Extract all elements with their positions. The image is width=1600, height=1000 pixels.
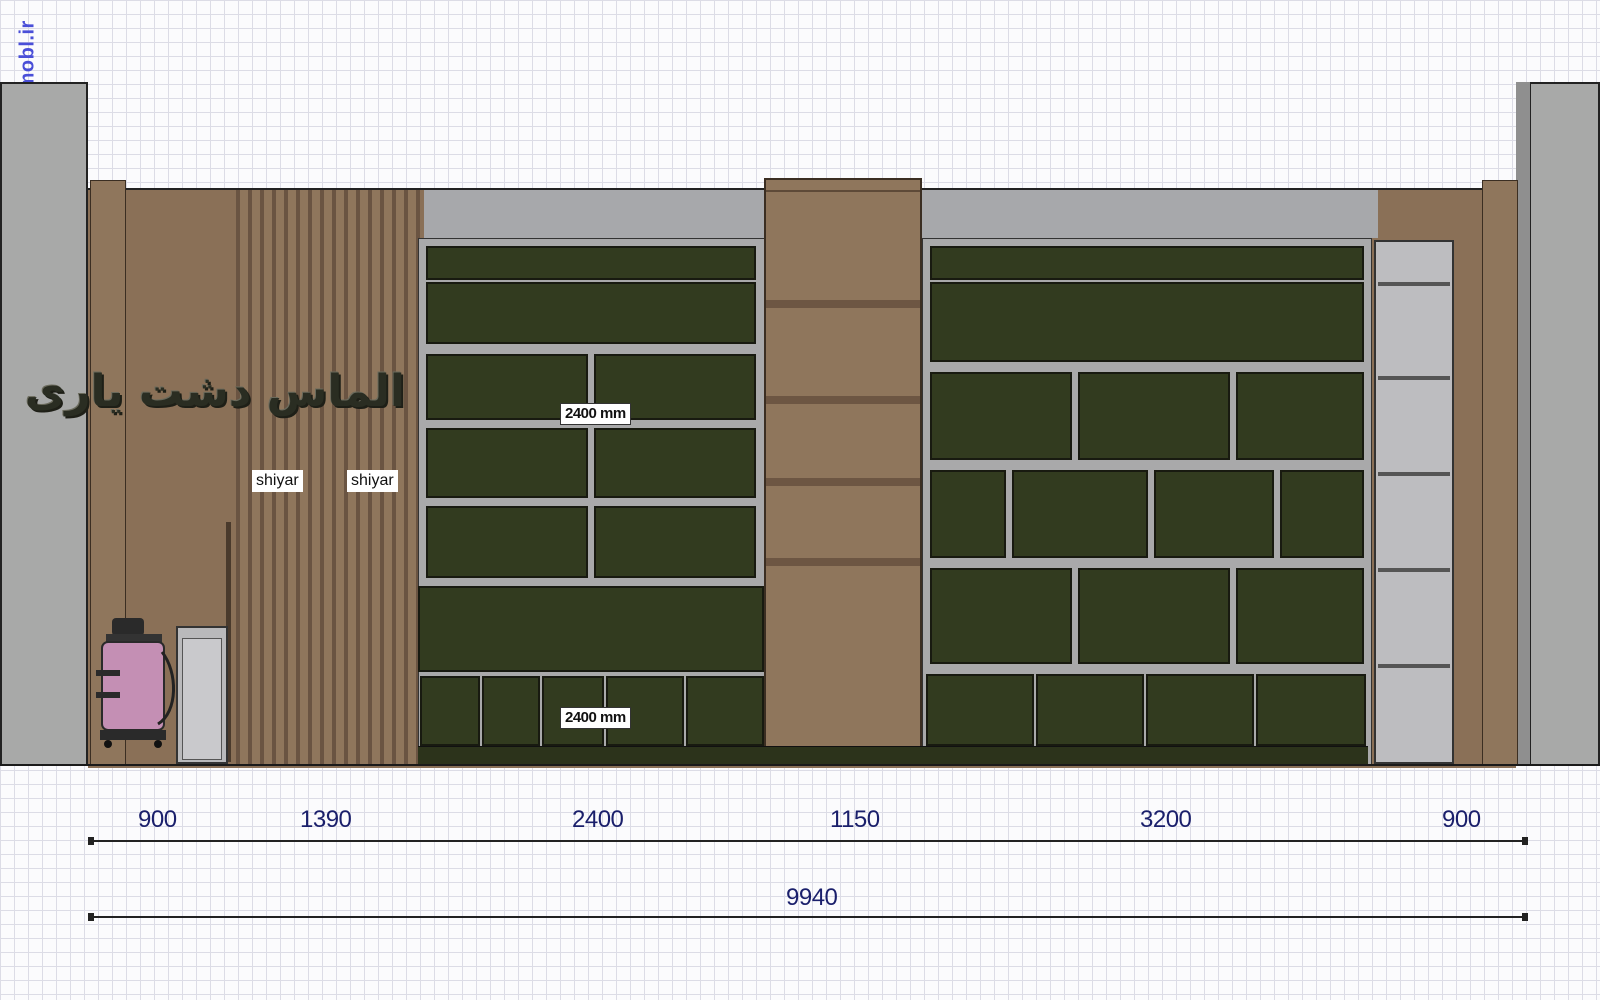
dimension-segment-5: 3200 bbox=[1140, 806, 1192, 833]
small-gray-cabinet bbox=[176, 626, 228, 764]
center-column-line bbox=[766, 478, 920, 486]
center-column bbox=[764, 178, 922, 748]
right-unit-drawer bbox=[1036, 674, 1144, 746]
elevation-drawing: الماس دشت یاری shiyar shiyar 2400 mm 240… bbox=[0, 0, 1600, 770]
right-unit-panel bbox=[1236, 568, 1364, 664]
right-unit-panel bbox=[1236, 372, 1364, 460]
tower-shelf bbox=[1378, 472, 1450, 476]
dimension-line-total bbox=[90, 916, 1526, 918]
left-unit-counter-top bbox=[418, 586, 764, 672]
left-unit-panel-top-1 bbox=[426, 246, 756, 280]
right-unit-panel bbox=[930, 568, 1072, 664]
right-unit-panel bbox=[930, 470, 1006, 558]
right-unit-panel-top-1 bbox=[930, 246, 1364, 280]
left-unit-panel-top-2 bbox=[426, 282, 756, 344]
shop-sign-text: الماس دشت یاری bbox=[24, 366, 405, 417]
right-unit-panel bbox=[1012, 470, 1148, 558]
shiyar-label-right: shiyar bbox=[347, 470, 398, 492]
left-side-wall bbox=[0, 82, 88, 766]
floor-line bbox=[0, 764, 1600, 766]
center-column-line bbox=[766, 190, 920, 192]
left-unit-drawer bbox=[482, 676, 540, 746]
height-label-upper: 2400 mm bbox=[560, 403, 631, 425]
right-unit-drawer bbox=[926, 674, 1034, 746]
dimension-line-segments bbox=[90, 840, 1526, 842]
right-shelf-tower bbox=[1374, 240, 1454, 764]
tower-shelf bbox=[1378, 664, 1450, 668]
right-unit-panel-top-2 bbox=[930, 282, 1364, 362]
right-unit-drawer bbox=[1146, 674, 1254, 746]
center-column-line bbox=[766, 300, 920, 308]
tower-shelf bbox=[1378, 282, 1450, 286]
left-unit-drawer bbox=[686, 676, 764, 746]
right-pilaster bbox=[1482, 180, 1518, 766]
left-unit-panel bbox=[594, 506, 756, 578]
dimension-segment-6: 900 bbox=[1442, 806, 1481, 833]
dimension-segment-3: 2400 bbox=[572, 806, 624, 833]
right-wall-edge bbox=[1516, 82, 1531, 766]
dimension-segment-2: 1390 bbox=[300, 806, 352, 833]
dimension-line-end bbox=[1522, 913, 1528, 921]
base-plinth bbox=[418, 746, 1368, 765]
tower-shelf bbox=[1378, 376, 1450, 380]
height-label-lower: 2400 mm bbox=[560, 707, 631, 729]
right-unit-panel bbox=[1154, 470, 1274, 558]
right-unit-drawer bbox=[1256, 674, 1366, 746]
right-unit-panel bbox=[1078, 568, 1230, 664]
right-unit-panel bbox=[1280, 470, 1364, 558]
left-unit-drawer bbox=[420, 676, 480, 746]
vacuum-cleaner-icon bbox=[92, 612, 178, 748]
shiyar-label-left: shiyar bbox=[252, 470, 303, 492]
dimension-segment-4: 1150 bbox=[830, 806, 880, 833]
right-unit-soffit bbox=[922, 190, 1378, 238]
right-unit-panel bbox=[1078, 372, 1230, 460]
dimension-line-end bbox=[1522, 837, 1528, 845]
center-column-line bbox=[766, 558, 920, 566]
dimension-total: 9940 bbox=[786, 884, 838, 911]
left-unit-panel bbox=[426, 428, 588, 498]
left-unit-panel bbox=[594, 428, 756, 498]
dimension-line-end bbox=[88, 837, 94, 845]
right-unit-panel bbox=[930, 372, 1072, 460]
dimension-line-end bbox=[88, 913, 94, 921]
dimension-segment-1: 900 bbox=[138, 806, 177, 833]
tower-shelf bbox=[1378, 568, 1450, 572]
left-unit-panel bbox=[426, 506, 588, 578]
left-unit-soffit bbox=[424, 190, 764, 238]
center-column-line bbox=[766, 396, 920, 404]
